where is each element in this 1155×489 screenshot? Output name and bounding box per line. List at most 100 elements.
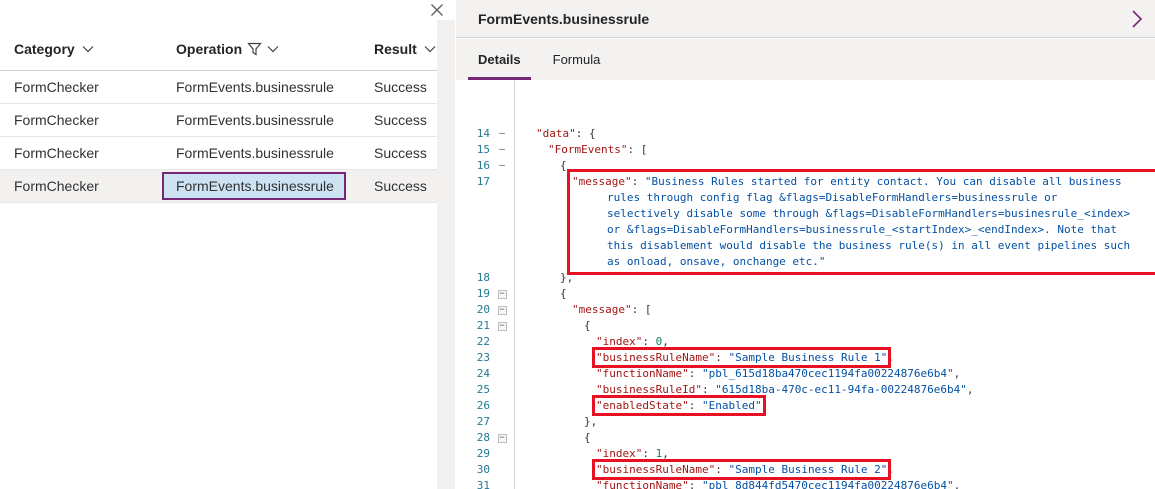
line-number: 23 [476, 351, 490, 364]
line-number: 27 [476, 415, 490, 428]
result-cell: Success [374, 178, 427, 194]
line-number: 25 [476, 383, 490, 396]
json-token-punct: : [631, 175, 645, 188]
table-row[interactable]: FormChecker FormEvents.businessrule Succes… [0, 137, 437, 170]
chevron-right-icon[interactable] [1129, 9, 1147, 29]
detail-panel: FormEvents.businessrule Details Formula … [456, 0, 1155, 489]
json-token-key: "businessRuleName" [596, 351, 716, 364]
code-line: 22 "index": 0, [456, 334, 1155, 350]
json-token-punct: , [966, 383, 974, 396]
line-number: 21 [476, 319, 490, 332]
fold-icon[interactable]: − [490, 158, 514, 174]
json-token-key: "functionName" [596, 479, 689, 489]
operation-cell[interactable]: FormEvents.businessrule [162, 106, 346, 134]
json-token-punct: : [715, 351, 729, 364]
json-token-key: "index" [596, 447, 643, 460]
code-line-content: "data": { [514, 126, 596, 142]
code-line-content: "index": 1, [514, 446, 669, 462]
line-number: 16 [476, 159, 490, 172]
filter-icon [247, 42, 262, 56]
json-token-punct: }, [584, 415, 598, 428]
json-token-key: "message" [572, 175, 632, 188]
code-line: 31 "functionName": "pbl_8d844fd5470cec119… [456, 478, 1155, 489]
json-token-punct: : [688, 479, 702, 489]
tab-details-label: Details [478, 52, 521, 67]
message-line: "message": "Business Rules started for e… [572, 174, 1155, 190]
json-token-punct: : [701, 383, 716, 396]
json-token-key: "functionName" [596, 367, 689, 380]
annotation-box: "businessRuleName": "Sample Business Rul… [591, 347, 892, 368]
code-line: 16− { [456, 158, 1155, 174]
message-line: selectively disable some through &flags=… [607, 207, 1131, 220]
tab-details[interactable]: Details [466, 39, 533, 80]
code-line: 18}, [456, 270, 1155, 286]
chevron-down-icon [267, 45, 279, 53]
code-line: 25 "businessRuleId": "615d18ba-470c-ec11-… [456, 382, 1155, 398]
close-icon[interactable] [430, 3, 444, 17]
line-number: 24 [476, 367, 490, 380]
column-header-category[interactable]: Category [0, 41, 162, 57]
json-token-punct: , [662, 335, 669, 348]
operation-cell[interactable]: FormEvents.businessrule [162, 73, 346, 101]
result-cell: Success [374, 145, 427, 161]
column-header-operation[interactable]: Operation [162, 41, 346, 57]
code-line: 20− "message": [ [456, 302, 1155, 318]
code-line: 14− "data": { [456, 126, 1155, 142]
json-token-punct: { [560, 159, 567, 172]
category-cell: FormChecker [14, 79, 99, 95]
code-line: 30 "businessRuleName": "Sample Business R… [456, 459, 1155, 480]
code-line-content: { [514, 286, 567, 302]
line-number: 28 [476, 431, 490, 444]
fold-icon[interactable]: − [490, 318, 514, 334]
table-header-row: Category Operation Result [0, 28, 437, 71]
message-line: or &flags=DisableFormHandlers=businessru… [607, 223, 1117, 236]
code-line: 29 "index": 1, [456, 446, 1155, 462]
fold-icon[interactable]: − [490, 302, 514, 318]
chevron-down-icon [82, 45, 94, 53]
annotation-box: "message": "Business Rules started for e… [567, 169, 1155, 275]
json-token-punct: }, [560, 271, 574, 284]
fold-icon[interactable]: − [490, 142, 514, 158]
category-cell: FormChecker [14, 112, 99, 128]
json-token-punct: : [715, 463, 729, 476]
code-line-content: { [514, 318, 591, 334]
json-token-punct: , [953, 479, 961, 489]
json-code-viewer[interactable]: 14− "data": {15− "FormEvents": [16−{17 "mes… [456, 80, 1155, 489]
code-line-content: "businessRuleName": "Sample Business Rul… [514, 347, 895, 368]
operation-cell[interactable]: FormEvents.businessrule [162, 139, 346, 167]
json-token-key: "message" [572, 303, 632, 316]
json-token-string: "615d18ba-470c-ec11-94fa-00224876e6b4" [715, 383, 967, 396]
tab-formula-label: Formula [552, 52, 601, 67]
category-cell: FormChecker [14, 145, 99, 161]
tab-formula[interactable]: Formula [541, 39, 613, 80]
results-table-panel: Category Operation Result FormChecker Fo… [0, 0, 455, 489]
code-line-content: "functionName": "pbl_615d18ba470cec1194f… [514, 366, 960, 382]
fold-icon[interactable]: − [490, 286, 514, 302]
operation-column-label: Operation [176, 41, 243, 57]
code-line: 19− { [456, 286, 1155, 302]
detail-titlebar: FormEvents.businessrule [456, 0, 1155, 38]
code-line-content: "businessRuleId": "615d18ba-470c-ec11-94… [514, 382, 974, 398]
category-cell: FormChecker [14, 178, 99, 194]
json-token-punct: , [887, 351, 895, 364]
json-token-punct: : [688, 367, 702, 380]
column-header-result[interactable]: Result [360, 41, 436, 57]
code-line-content: "message": [ [514, 302, 651, 318]
operation-cell[interactable]: FormEvents.businessrule [162, 172, 346, 200]
code-line-content: }, [514, 270, 573, 286]
fold-icon[interactable]: − [490, 430, 514, 446]
table-row[interactable]: FormChecker FormEvents.businessrule Succes… [0, 71, 437, 104]
json-token-punct: { [560, 287, 567, 300]
fold-icon[interactable]: − [490, 126, 514, 142]
json-token-string: "Sample Business Rule 2" [728, 463, 888, 476]
table-row[interactable]: FormChecker FormEvents.businessrule Succes… [0, 104, 437, 137]
table-row[interactable]: FormChecker FormEvents.businessrule Succes… [0, 170, 437, 203]
code-line: 27}, [456, 414, 1155, 430]
vertical-scrollbar-track[interactable] [437, 20, 455, 489]
line-number: 26 [476, 399, 490, 412]
json-token-string: "pbl_8d844fd5470cec1194fa00224876e6b4" [701, 479, 954, 489]
json-token-punct: { [584, 431, 591, 444]
